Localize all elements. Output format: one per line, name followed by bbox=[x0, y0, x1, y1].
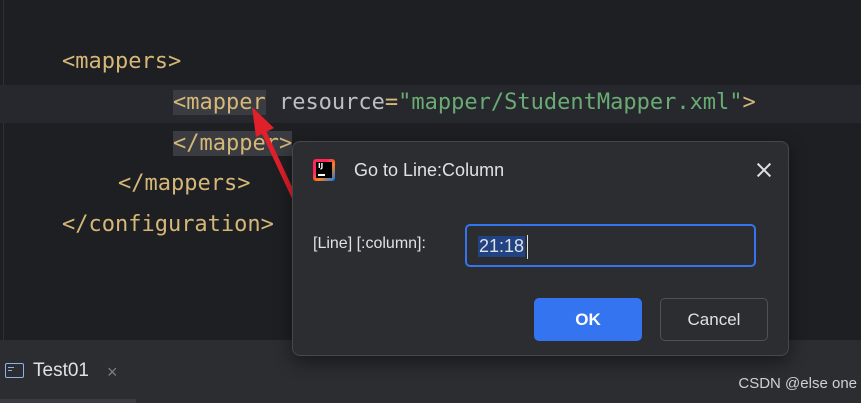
line-column-label: [Line] [:column]: bbox=[313, 235, 426, 252]
close-icon[interactable]: × bbox=[107, 362, 118, 383]
cancel-button[interactable]: Cancel bbox=[660, 298, 768, 341]
ok-button[interactable]: OK bbox=[534, 298, 642, 341]
jetbrains-ide-icon: IJ bbox=[313, 159, 335, 181]
dialog-title: Go to Line:Column bbox=[354, 160, 505, 180]
tab-underline bbox=[0, 399, 136, 403]
watermark: CSDN @else one bbox=[738, 375, 857, 392]
arrow-head bbox=[252, 107, 274, 137]
close-icon[interactable] bbox=[755, 161, 773, 179]
line-column-input[interactable]: 21:18 bbox=[465, 224, 756, 267]
go-to-line-dialog: IJ Go to Line:Column [Line] [:column]: 2… bbox=[292, 141, 789, 356]
text-caret bbox=[527, 235, 528, 259]
input-selected-value: 21:18 bbox=[478, 236, 526, 257]
tab-label: Test01 bbox=[33, 360, 89, 381]
run-console-icon bbox=[5, 363, 24, 378]
arrow-shaft bbox=[258, 123, 297, 200]
